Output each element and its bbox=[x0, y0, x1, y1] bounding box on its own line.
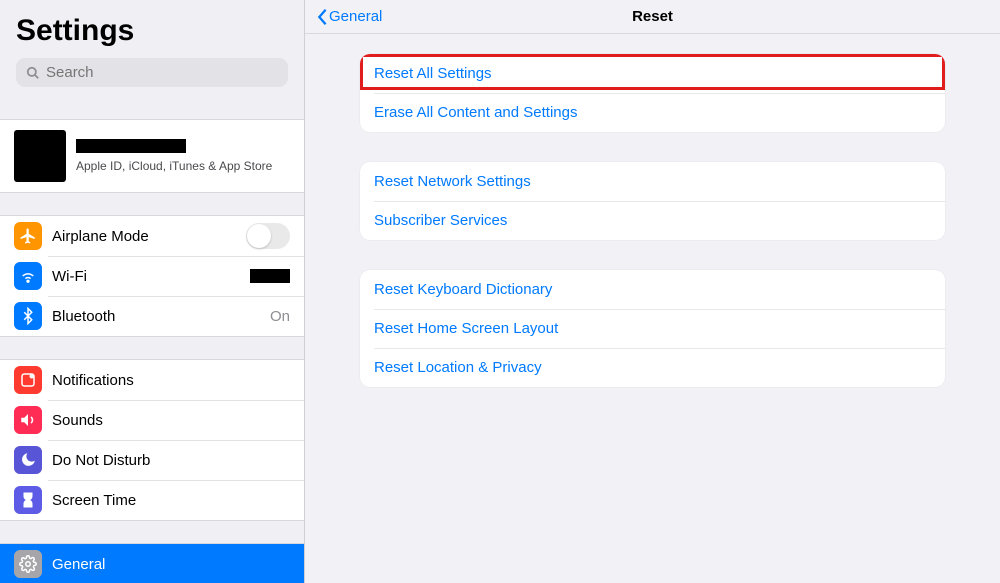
erase-all-content[interactable]: Erase All Content and Settings bbox=[360, 93, 945, 132]
wifi-label: Wi-Fi bbox=[52, 268, 87, 285]
detail-body: Reset All Settings Erase All Content and… bbox=[305, 34, 1000, 437]
dnd-label: Do Not Disturb bbox=[52, 452, 150, 469]
sounds-icon bbox=[14, 406, 42, 434]
sidebar-item-sounds[interactable]: Sounds bbox=[0, 400, 304, 440]
reset-keyboard-dictionary[interactable]: Reset Keyboard Dictionary bbox=[360, 270, 945, 309]
sidebar-item-airplane[interactable]: Airplane Mode bbox=[0, 216, 304, 256]
reset-network-settings[interactable]: Reset Network Settings bbox=[360, 162, 945, 201]
search-field[interactable] bbox=[16, 58, 288, 87]
chevron-left-icon bbox=[315, 8, 329, 26]
settings-title: Settings bbox=[16, 14, 288, 48]
nav-bar: General Reset bbox=[305, 0, 1000, 34]
sounds-label: Sounds bbox=[52, 412, 103, 429]
wifi-value-redacted bbox=[250, 269, 290, 283]
reset-group-2: Reset Network Settings Subscriber Servic… bbox=[360, 162, 945, 240]
back-button[interactable]: General bbox=[315, 8, 382, 26]
bluetooth-value: On bbox=[270, 308, 290, 325]
sidebar-item-notifications[interactable]: Notifications bbox=[0, 360, 304, 400]
back-label: General bbox=[329, 8, 382, 25]
sidebar-header: Settings bbox=[0, 0, 304, 97]
toggle-knob bbox=[247, 224, 271, 248]
sidebar-section-general: General bbox=[0, 543, 304, 583]
dnd-icon bbox=[14, 446, 42, 474]
nav-title: Reset bbox=[632, 8, 673, 25]
general-icon bbox=[14, 550, 42, 578]
airplane-icon bbox=[14, 222, 42, 250]
notifications-label: Notifications bbox=[52, 372, 134, 389]
bluetooth-icon bbox=[14, 302, 42, 330]
reset-home-screen-layout[interactable]: Reset Home Screen Layout bbox=[360, 309, 945, 348]
detail-pane: General Reset Reset All Settings Erase A… bbox=[305, 0, 1000, 583]
sidebar-item-bluetooth[interactable]: Bluetooth On bbox=[0, 296, 304, 336]
sidebar-item-general[interactable]: General bbox=[0, 544, 304, 583]
search-input[interactable] bbox=[46, 64, 278, 81]
settings-app: Settings Apple ID, iCloud, iTunes & App … bbox=[0, 0, 1000, 583]
reset-location-privacy[interactable]: Reset Location & Privacy bbox=[360, 348, 945, 387]
account-subtitle: Apple ID, iCloud, iTunes & App Store bbox=[76, 159, 272, 173]
airplane-label: Airplane Mode bbox=[52, 228, 149, 245]
notifications-icon bbox=[14, 366, 42, 394]
airplane-toggle[interactable] bbox=[246, 223, 290, 249]
general-label: General bbox=[52, 556, 105, 573]
screen-time-icon bbox=[14, 486, 42, 514]
bluetooth-label: Bluetooth bbox=[52, 308, 115, 325]
reset-all-settings[interactable]: Reset All Settings bbox=[360, 54, 945, 93]
subscriber-services[interactable]: Subscriber Services bbox=[360, 201, 945, 240]
sidebar-section-connectivity: Airplane Mode Wi-Fi Bluetooth On bbox=[0, 215, 304, 337]
sidebar-item-dnd[interactable]: Do Not Disturb bbox=[0, 440, 304, 480]
reset-group-3: Reset Keyboard Dictionary Reset Home Scr… bbox=[360, 270, 945, 387]
screen-time-label: Screen Time bbox=[52, 492, 136, 509]
reset-group-1: Reset All Settings Erase All Content and… bbox=[360, 54, 945, 132]
sidebar-section-alerts: Notifications Sounds Do Not Disturb Scre… bbox=[0, 359, 304, 521]
avatar bbox=[14, 130, 66, 182]
account-name-redacted bbox=[76, 139, 186, 153]
apple-id-row[interactable]: Apple ID, iCloud, iTunes & App Store bbox=[0, 119, 304, 193]
wifi-icon bbox=[14, 262, 42, 290]
sidebar-item-wifi[interactable]: Wi-Fi bbox=[0, 256, 304, 296]
search-icon bbox=[26, 66, 40, 80]
account-text: Apple ID, iCloud, iTunes & App Store bbox=[76, 139, 272, 173]
sidebar: Settings Apple ID, iCloud, iTunes & App … bbox=[0, 0, 305, 583]
sidebar-item-screen-time[interactable]: Screen Time bbox=[0, 480, 304, 520]
